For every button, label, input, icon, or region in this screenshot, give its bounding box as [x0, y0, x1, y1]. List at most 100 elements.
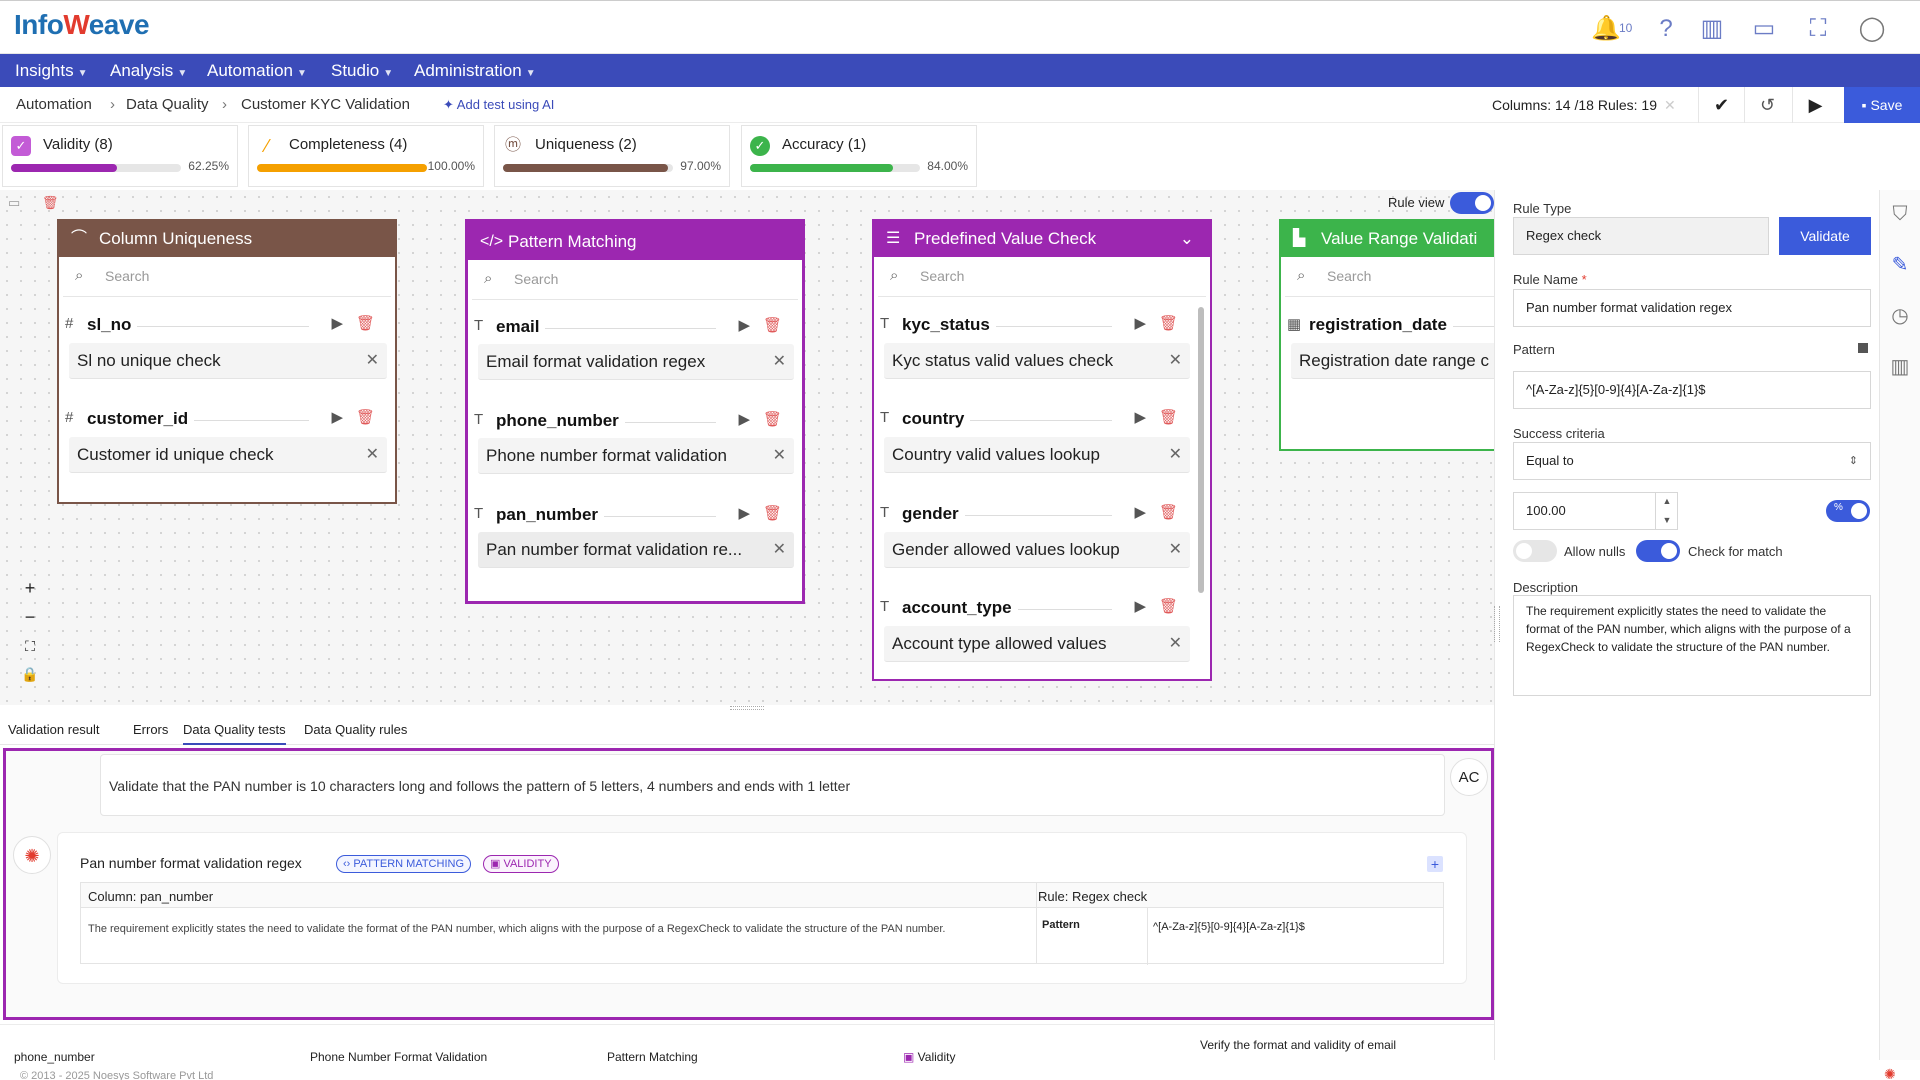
play-icon[interactable]: ▶ [1134, 314, 1146, 332]
add-test-ai-link[interactable]: ✦ Add test using AI [443, 87, 554, 123]
card-search[interactable]: ⌕ Search [63, 257, 391, 297]
play-icon[interactable]: ▶ [1134, 408, 1146, 426]
shield-icon[interactable]: ⛉ [1886, 200, 1914, 228]
rule-view-toggle[interactable] [1450, 192, 1494, 214]
close-icon[interactable]: ✕ [1169, 444, 1182, 464]
close-icon[interactable]: ✕ [1169, 633, 1182, 653]
rule-item[interactable]: Registration date range c [1291, 343, 1494, 379]
close-icon[interactable]: ✕ [366, 444, 379, 464]
chevron-down-icon[interactable]: ⌄ [1180, 221, 1194, 257]
validate-button[interactable]: Validate [1779, 217, 1871, 255]
rule-item[interactable]: Sl no unique check ✕ [69, 343, 387, 379]
user-icon[interactable]: ◯ [1857, 15, 1887, 43]
add-rule-button[interactable]: + [1427, 856, 1443, 872]
card-search[interactable]: ⌕ Search [472, 260, 798, 300]
rule-item[interactable]: Customer id unique check ✕ [69, 437, 387, 473]
delete-icon[interactable]: 🗑 [356, 314, 375, 332]
play-icon[interactable]: ▶ [738, 316, 750, 334]
rule-name-field[interactable]: Pan number format validation regex [1513, 289, 1871, 327]
menu-automation[interactable]: Automation ▼ [207, 54, 307, 87]
close-icon[interactable]: ✕ [773, 445, 786, 465]
fullscreen-icon[interactable]: ⛶ [1803, 15, 1833, 43]
rule-item-selected[interactable]: Pan number format validation re... ✕ [478, 532, 794, 568]
tab-data-quality-tests[interactable]: Data Quality tests [183, 715, 286, 745]
close-icon[interactable]: ✕ [1664, 87, 1676, 123]
description-field[interactable]: The requirement explicitly states the ne… [1513, 595, 1871, 696]
fit-view-icon[interactable]: ⛶ [18, 634, 42, 658]
allow-nulls-toggle[interactable] [1513, 540, 1557, 562]
help-icon[interactable]: ? [1651, 15, 1681, 43]
menu-studio[interactable]: Studio ▼ [331, 54, 393, 87]
check-for-match-toggle[interactable] [1636, 540, 1680, 562]
delete-icon[interactable]: 🗑 [763, 504, 782, 522]
close-icon[interactable]: ✕ [1169, 350, 1182, 370]
library-icon[interactable]: ▥ [1697, 15, 1727, 43]
history-button[interactable]: ↺ [1744, 87, 1790, 123]
monitor-icon[interactable]: ▭ [1749, 15, 1779, 43]
resize-handle[interactable] [730, 706, 764, 710]
menu-analysis[interactable]: Analysis ▼ [110, 54, 187, 87]
delete-icon[interactable]: 🗑 [356, 408, 375, 426]
metric-uniqueness[interactable]: ⓜ Uniqueness (2) 97.00% [494, 125, 730, 187]
menu-administration[interactable]: Administration ▼ [414, 54, 536, 87]
delete-icon[interactable]: 🗑 [763, 410, 782, 428]
card-search[interactable]: ⌕ Search [1285, 257, 1494, 297]
stepper-icon[interactable]: ▲ ▼ [1655, 492, 1678, 530]
save-button[interactable]: ▪ Save [1844, 87, 1920, 123]
rule-type-field[interactable]: Regex check [1513, 217, 1769, 255]
menu-insights[interactable]: Insights ▼ [15, 54, 88, 87]
panel-resize-handle[interactable] [1494, 606, 1500, 642]
delete-icon[interactable]: 🗑 [1159, 597, 1178, 615]
rule-item[interactable]: Kyc status valid values check ✕ [884, 343, 1190, 379]
percent-toggle[interactable]: % [1826, 500, 1870, 522]
card-header[interactable]: </> Pattern Matching [468, 222, 802, 260]
metric-validity[interactable]: ✓ Validity (8) 62.25% [2, 125, 238, 187]
tab-errors[interactable]: Errors [133, 715, 168, 745]
rule-item[interactable]: Phone number format validation ✕ [478, 438, 794, 474]
close-icon[interactable]: ✕ [773, 539, 786, 559]
edit-icon[interactable]: ✎ [1886, 251, 1914, 279]
rule-item[interactable]: Country valid values lookup ✕ [884, 437, 1190, 473]
card-search[interactable]: ⌕ Search [878, 257, 1206, 297]
close-icon[interactable]: ✕ [1169, 539, 1182, 559]
lock-icon[interactable]: 🔒 [18, 662, 42, 686]
zoom-out-icon[interactable]: − [18, 605, 42, 629]
play-icon[interactable]: ▶ [738, 410, 750, 428]
check-button[interactable]: ✔ [1698, 87, 1744, 123]
delete-icon[interactable]: 🗑 [1159, 314, 1178, 332]
play-icon[interactable]: ▶ [738, 504, 750, 522]
play-icon[interactable]: ▶ [1134, 597, 1146, 615]
expand-icon[interactable] [1858, 343, 1868, 353]
rule-item[interactable]: Gender allowed values lookup ✕ [884, 532, 1190, 568]
tab-validation-result[interactable]: Validation result [8, 715, 100, 745]
close-icon[interactable]: ✕ [366, 350, 379, 370]
zoom-in-icon[interactable]: + [18, 576, 42, 600]
rule-item[interactable]: Email format validation regex ✕ [478, 344, 794, 380]
card-header[interactable]: ▙ Value Range Validati [1281, 221, 1494, 257]
layout-icon[interactable]: ▥ [1886, 353, 1914, 381]
delete-icon[interactable]: 🗑 [1159, 408, 1178, 426]
metric-accuracy[interactable]: ✓ Accuracy (1) 84.00% [741, 125, 977, 187]
breadcrumb-automation[interactable]: Automation [16, 87, 92, 123]
play-icon[interactable]: ▶ [1134, 503, 1146, 521]
breadcrumb-data-quality[interactable]: Data Quality [126, 87, 209, 123]
run-button[interactable]: ▶ [1792, 87, 1838, 123]
delete-icon[interactable]: 🗑 [1159, 503, 1178, 521]
infoweave-logo[interactable]: InfoWeave [14, 9, 150, 49]
trash-icon[interactable]: 🗑 [42, 195, 59, 210]
play-icon[interactable]: ▶ [331, 408, 343, 426]
threshold-input[interactable]: 100.00 [1513, 492, 1678, 530]
collapse-icon[interactable]: ▭ [8, 195, 20, 210]
bell-icon[interactable]: 🔔 [1591, 15, 1621, 43]
card-header[interactable]: ⌒ Column Uniqueness [59, 221, 395, 257]
card-header[interactable]: ☰ Predefined Value Check ⌄ [874, 221, 1210, 257]
delete-icon[interactable]: 🗑 [763, 316, 782, 334]
metric-completeness[interactable]: ⁄ Completeness (4) 100.00% [248, 125, 484, 187]
close-icon[interactable]: ✕ [773, 351, 786, 371]
scrollbar[interactable] [1198, 307, 1204, 593]
rule-item[interactable]: Account type allowed values ✕ [884, 626, 1190, 662]
clock-icon[interactable]: ◷ [1886, 302, 1914, 330]
pattern-field[interactable]: ^[A-Za-z]{5}[0-9]{4}[A-Za-z]{1}$ [1513, 371, 1871, 409]
play-icon[interactable]: ▶ [331, 314, 343, 332]
tab-data-quality-rules[interactable]: Data Quality rules [304, 715, 407, 745]
